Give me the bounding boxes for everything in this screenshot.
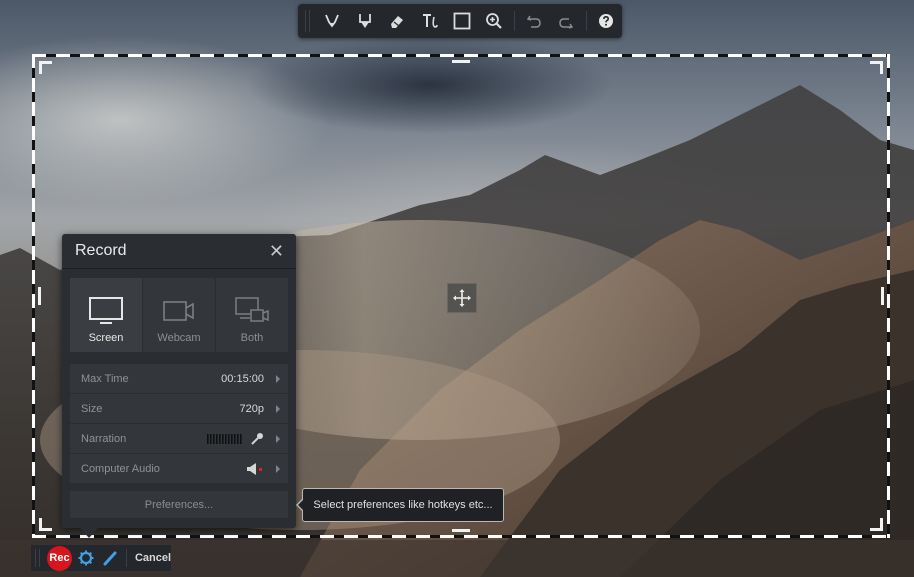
annotation-toolbar — [298, 4, 622, 38]
microphone-icon — [251, 432, 263, 445]
gear-icon — [78, 550, 94, 566]
setting-label: Max Time — [81, 372, 129, 385]
resize-handle-bottom[interactable] — [452, 529, 470, 532]
resize-handle-right[interactable] — [881, 287, 884, 305]
capture-region-top-edge[interactable] — [32, 54, 890, 57]
record-panel-header: Record ✕ — [62, 234, 296, 269]
setting-label: Narration — [81, 432, 127, 445]
panel-pointer — [80, 528, 98, 538]
mode-screen-label: Screen — [88, 332, 124, 344]
pen-tool-button[interactable] — [316, 4, 348, 38]
monitor-icon — [89, 297, 123, 324]
resize-handle-bottom-left[interactable] — [39, 518, 52, 531]
resize-handle-bottom-right[interactable] — [870, 518, 883, 531]
draw-button[interactable] — [100, 548, 120, 568]
control-bar-divider — [125, 549, 127, 567]
zoom-tool-button[interactable] — [478, 4, 510, 38]
pencil-icon — [103, 551, 117, 566]
capture-region-left-edge[interactable] — [32, 54, 35, 538]
mode-webcam-button[interactable]: Webcam — [143, 278, 216, 352]
capture-region-right-edge[interactable] — [887, 54, 890, 538]
move-arrows-icon — [453, 289, 471, 307]
speaker-muted-icon — [247, 462, 262, 475]
help-icon — [598, 14, 613, 28]
control-bar-drag-handle[interactable] — [35, 549, 40, 567]
mode-webcam-label: Webcam — [157, 332, 201, 344]
resize-handle-top[interactable] — [452, 60, 470, 63]
setting-label: Computer Audio — [81, 462, 160, 475]
toolbar-divider — [513, 11, 515, 31]
rectangle-icon — [453, 12, 471, 30]
pen-icon — [325, 14, 339, 28]
capture-mode-selector: Screen Webcam Both — [70, 278, 288, 352]
highlighter-tool-button[interactable] — [348, 4, 380, 38]
resize-handle-top-right[interactable] — [870, 61, 883, 74]
record-panel-title: Record — [75, 242, 127, 259]
settings-button[interactable] — [76, 548, 96, 568]
zoom-in-icon — [486, 13, 503, 29]
screen-and-webcam-icon — [235, 297, 269, 322]
undo-button[interactable] — [518, 4, 550, 38]
move-region-handle[interactable] — [447, 283, 477, 313]
chevron-right-icon — [276, 464, 280, 473]
close-icon[interactable]: ✕ — [269, 242, 284, 260]
setting-label: Size — [81, 402, 103, 415]
eraser-icon — [391, 16, 404, 28]
chevron-right-icon — [276, 374, 280, 383]
eraser-tool-button[interactable] — [381, 4, 413, 38]
chevron-right-icon — [276, 434, 280, 443]
resize-handle-top-left[interactable] — [39, 61, 52, 74]
mode-screen-button[interactable]: Screen — [70, 278, 143, 352]
help-button[interactable] — [590, 4, 622, 38]
recorder-control-bar: Rec Cancel — [31, 545, 171, 571]
setting-computer-audio[interactable]: Computer Audio — [70, 454, 288, 483]
redo-icon — [559, 18, 574, 29]
rectangle-tool-button[interactable] — [446, 4, 478, 38]
setting-size[interactable]: Size 720p — [70, 394, 288, 424]
audio-level-meter — [207, 433, 242, 444]
chevron-right-icon — [276, 404, 280, 413]
setting-value: 720p — [239, 402, 264, 415]
undo-icon — [526, 15, 541, 28]
record-settings-list: Max Time 00:15:00 Size 720p Narration Co… — [70, 364, 288, 483]
preferences-button[interactable]: Preferences... — [70, 491, 288, 518]
tooltip-text: Select preferences like hotkeys etc... — [313, 499, 493, 511]
setting-value: 00:15:00 — [221, 372, 264, 385]
record-panel: Record ✕ Screen Webcam Both Max Time 00:… — [62, 234, 296, 538]
redo-button[interactable] — [550, 4, 582, 38]
toolbar-drag-handle[interactable] — [305, 10, 310, 32]
highlighter-icon — [358, 14, 371, 28]
capture-region-bottom-edge[interactable] — [32, 535, 890, 538]
mode-both-label: Both — [240, 332, 264, 344]
cancel-button[interactable]: Cancel — [135, 552, 171, 564]
mode-both-button[interactable]: Both — [216, 278, 288, 352]
setting-max-time[interactable]: Max Time 00:15:00 — [70, 364, 288, 394]
toolbar-divider — [585, 11, 587, 31]
text-tool-button[interactable] — [413, 4, 445, 38]
webcam-icon — [163, 301, 194, 321]
setting-narration[interactable]: Narration — [70, 424, 288, 454]
text-icon — [422, 14, 438, 28]
preferences-tooltip: Select preferences like hotkeys etc... — [296, 488, 504, 522]
resize-handle-left[interactable] — [38, 287, 41, 305]
record-button[interactable]: Rec — [47, 545, 72, 571]
